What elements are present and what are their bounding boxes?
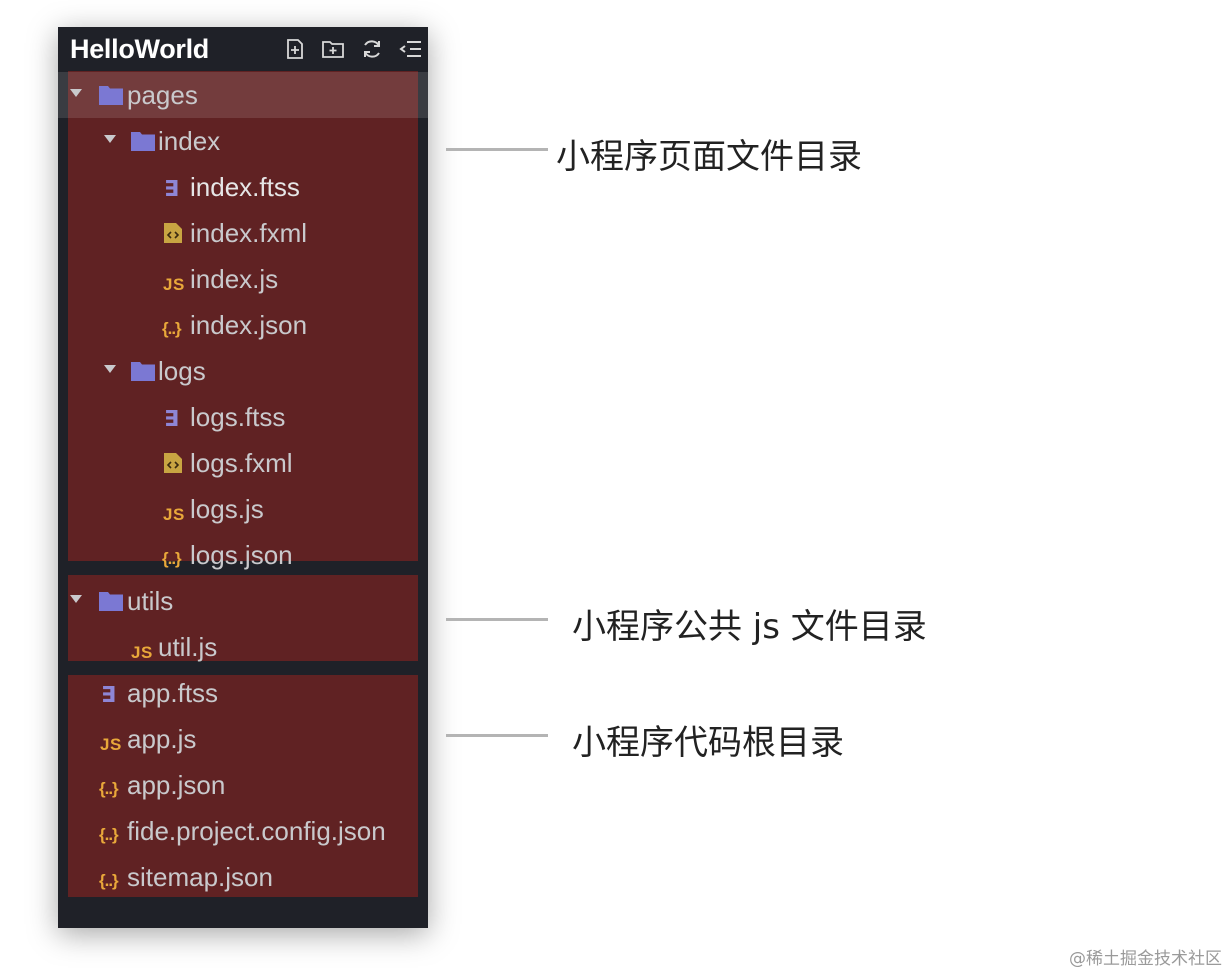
chevron-down-icon[interactable]	[70, 595, 82, 603]
xml-file-icon	[164, 223, 182, 243]
tree-item-label: index	[158, 126, 221, 156]
css-file-icon: ∃	[164, 406, 180, 431]
utils-connector-line	[446, 618, 548, 621]
tree-item-label: index.js	[190, 264, 279, 294]
root-connector-line	[446, 734, 548, 737]
pages-annotation: 小程序页面文件目录	[556, 137, 862, 177]
tree-item-index-js[interactable]: JS index.js	[58, 256, 428, 302]
tree-item-label: logs.js	[190, 494, 264, 524]
tree-item-label: sitemap.json	[127, 862, 273, 892]
tree-item-label: fide.project.config.json	[127, 816, 386, 846]
tree-item-sitemap[interactable]: {..} sitemap.json	[58, 854, 428, 900]
tree-item-app-js[interactable]: JS app.js	[58, 716, 428, 762]
tree-item-label: index.ftss	[190, 172, 300, 202]
tree-item-logs-folder[interactable]: logs	[58, 348, 428, 394]
tree-item-logs-json[interactable]: {..} logs.json	[58, 532, 428, 578]
tree-item-logs-ftss[interactable]: ∃ logs.ftss	[58, 394, 428, 440]
js-file-icon: JS	[100, 735, 122, 754]
tree-item-label: index.json	[190, 310, 308, 340]
js-file-icon: JS	[163, 505, 185, 524]
json-file-icon: {..}	[99, 779, 119, 798]
css-file-icon: ∃	[164, 176, 180, 201]
tree-item-app-ftss[interactable]: ∃ app.ftss	[58, 670, 428, 716]
tree-item-index-folder[interactable]: index	[58, 118, 428, 164]
tree-item-index-fxml[interactable]: index.fxml	[58, 210, 428, 256]
tree-item-label: app.js	[127, 724, 197, 754]
tree-item-label: logs.json	[190, 540, 293, 570]
js-file-icon: JS	[163, 275, 185, 294]
tree-item-label: logs	[158, 356, 206, 386]
tree-item-index-ftss[interactable]: ∃ index.ftss	[58, 164, 428, 210]
pages-connector-line	[446, 148, 548, 151]
tree-item-label: pages	[127, 80, 198, 110]
tree-item-label: logs.ftss	[190, 402, 286, 432]
tree-item-label: util.js	[158, 632, 218, 662]
folder-icon	[131, 132, 155, 151]
js-file-icon: JS	[131, 643, 153, 662]
css-file-icon: ∃	[101, 682, 117, 707]
tree-item-app-json[interactable]: {..} app.json	[58, 762, 428, 808]
folder-icon	[99, 592, 123, 611]
tree-item-label: utils	[127, 586, 174, 616]
tree-item-util-js[interactable]: JS util.js	[58, 624, 428, 670]
tree-item-label: app.ftss	[127, 678, 219, 708]
tree-item-utils-folder[interactable]: utils	[58, 578, 428, 624]
folder-icon	[99, 86, 123, 105]
chevron-down-icon[interactable]	[104, 135, 116, 143]
chevron-down-icon[interactable]	[70, 89, 82, 97]
root-annotation: 小程序代码根目录	[572, 723, 844, 763]
watermark: @稀土掘金技术社区	[1069, 949, 1222, 969]
xml-file-icon	[164, 453, 182, 473]
utils-annotation: 小程序公共 js 文件目录	[572, 607, 927, 647]
tree-item-label: app.json	[127, 770, 226, 800]
file-tree: pages index ∃ index.ftss index.fxml JS i…	[58, 27, 428, 928]
tree-item-logs-fxml[interactable]: logs.fxml	[58, 440, 428, 486]
file-explorer-panel: HelloWorld pages index ∃ index.ftss inde…	[58, 27, 428, 928]
json-file-icon: {..}	[162, 549, 182, 568]
tree-item-index-json[interactable]: {..} index.json	[58, 302, 428, 348]
json-file-icon: {..}	[99, 871, 119, 890]
tree-item-fide-config[interactable]: {..} fide.project.config.json	[58, 808, 428, 854]
tree-item-pages-folder[interactable]: pages	[58, 72, 428, 118]
json-file-icon: {..}	[99, 825, 119, 844]
tree-item-logs-js[interactable]: JS logs.js	[58, 486, 428, 532]
json-file-icon: {..}	[162, 319, 182, 338]
tree-item-label: logs.fxml	[190, 448, 293, 478]
folder-icon	[131, 362, 155, 381]
chevron-down-icon[interactable]	[104, 365, 116, 373]
tree-item-label: index.fxml	[190, 218, 308, 248]
